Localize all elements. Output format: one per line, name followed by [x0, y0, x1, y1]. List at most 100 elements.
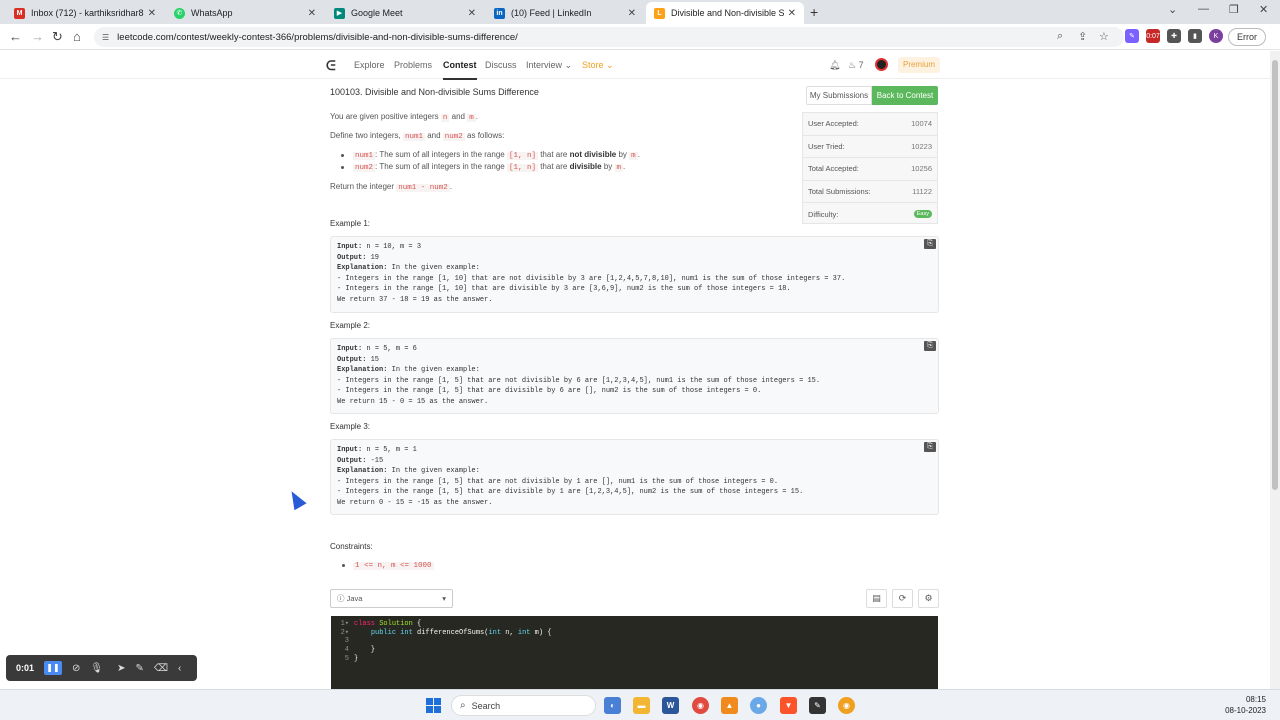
taskbar-search[interactable]: ⌕ Search — [451, 695, 596, 716]
chevron-down-icon[interactable]: ⌄ — [1168, 3, 1177, 16]
pointer-icon[interactable]: ➤ — [117, 663, 125, 674]
copy-icon[interactable]: ⎘ — [924, 442, 936, 452]
new-tab-button[interactable]: + — [810, 4, 818, 20]
copy-icon[interactable]: ⎘ — [924, 239, 936, 249]
leetcode-logo-icon[interactable]: ᕮ — [326, 58, 336, 74]
error-button[interactable]: Error — [1228, 28, 1266, 46]
brave-icon[interactable]: ▼ — [780, 697, 797, 714]
side-panel-icon[interactable]: ▮ — [1188, 29, 1202, 43]
tab-gmail[interactable]: M Inbox (712) - karthiksridhar887! ✕ — [6, 2, 164, 24]
mouse-cursor-icon — [285, 487, 307, 511]
nav-problems[interactable]: Problems — [394, 60, 432, 70]
eraser-icon[interactable]: ⌫ — [154, 663, 168, 674]
camera-off-icon[interactable]: ⊘ — [72, 663, 80, 674]
code-line: 2▾ public int differenceOfSums(int n, in… — [331, 629, 938, 638]
tab-google-meet[interactable]: ▶ Google Meet ✕ — [326, 2, 484, 24]
word-icon[interactable]: W — [662, 697, 679, 714]
notes-button[interactable]: ▤ — [866, 589, 887, 608]
browser-toolbar: ← → ↻ ⌂ ☰ leetcode.com/contest/weekly-co… — [0, 24, 1280, 50]
nav-interview[interactable]: Interview ⌄ — [526, 60, 572, 71]
scrollbar-thumb[interactable] — [1272, 60, 1278, 490]
share-icon[interactable]: ⇪ — [1078, 30, 1087, 43]
b2-bold: divisible — [569, 162, 602, 171]
windows-taskbar: ⌕ Search ◐ ▬ W ◉ ▲ ● ▼ ✎ ◉ 08:15 08-10-2… — [0, 689, 1280, 720]
fold-icon[interactable]: ▾ — [345, 620, 349, 628]
widgets-icon[interactable]: ◐ — [604, 697, 621, 714]
notepad-icon[interactable]: ✎ — [809, 697, 826, 714]
close-window-icon[interactable]: ✕ — [1259, 3, 1268, 16]
close-icon[interactable]: ✕ — [308, 8, 316, 19]
back-to-contest-button[interactable]: Back to Contest — [872, 86, 938, 105]
copy-icon[interactable]: ⎘ — [924, 341, 936, 351]
address-bar[interactable]: ☰ leetcode.com/contest/weekly-contest-36… — [94, 27, 1124, 47]
taskbar-clock[interactable]: 08:15 08-10-2023 — [1222, 694, 1266, 716]
language-select[interactable]: ⓘ Java ▾ — [330, 589, 453, 608]
close-icon[interactable]: ✕ — [628, 8, 636, 19]
minimize-icon[interactable]: — — [1198, 3, 1209, 15]
bookmark-star-icon[interactable]: ☆ — [1099, 30, 1109, 43]
tab-linkedin[interactable]: in (10) Feed | LinkedIn ✕ — [486, 2, 644, 24]
site-info-icon[interactable]: ☰ — [102, 33, 109, 42]
example-value: -15 — [366, 456, 384, 465]
file-explorer-icon[interactable]: ▬ — [633, 697, 650, 714]
code-line: 1▾ class Solution { — [331, 620, 938, 629]
back-icon[interactable]: ← — [9, 29, 22, 44]
stat-total-accepted: Total Accepted: 10256 — [803, 158, 937, 181]
profile-avatar[interactable]: K — [1209, 29, 1223, 43]
by-text: by — [603, 162, 613, 171]
forward-icon[interactable]: → — [31, 29, 44, 44]
app-icon[interactable]: ● — [750, 697, 767, 714]
nav-explore[interactable]: Explore — [354, 60, 385, 70]
dot-text: . — [475, 112, 478, 121]
example-1-box: Input: n = 10, m = 3 Output: 19 Explanat… — [330, 236, 939, 313]
reset-code-button[interactable]: ⟳ — [892, 589, 913, 608]
tab-leetcode[interactable]: L Divisible and Non-divisible Sums ✕ — [646, 2, 804, 24]
recorder-extension-icon[interactable]: 0:07 — [1146, 29, 1160, 43]
premium-button[interactable]: Premium — [898, 57, 940, 73]
intro-text: You are given positive integers — [330, 112, 439, 121]
example-value: n = 10, m = 3 — [362, 243, 422, 251]
screen-recorder-toolbar: 0:01 ❚❚ ⊘ 🎙︎ ➤ ✎ ⌫ ‹ — [6, 655, 197, 681]
zoom-icon[interactable]: ⌕ — [1057, 30, 1063, 43]
line-number: 4 — [344, 646, 349, 655]
editor-settings-button[interactable]: ⚙ — [918, 589, 939, 608]
nav-store[interactable]: Store ⌄ — [582, 60, 614, 71]
chrome-canary-icon[interactable]: ◉ — [838, 697, 855, 714]
close-icon[interactable]: ✕ — [468, 8, 476, 19]
my-submissions-button[interactable]: My Submissions — [806, 86, 872, 105]
home-icon[interactable]: ⌂ — [73, 29, 81, 44]
reload-icon[interactable]: ↻ — [52, 29, 63, 45]
extensions-puzzle-icon[interactable]: ✚ — [1167, 29, 1181, 43]
tab-whatsapp[interactable]: ✆ WhatsApp ✕ — [166, 2, 324, 24]
user-avatar[interactable] — [875, 58, 888, 71]
range-code: [1, n] — [506, 164, 538, 172]
streak-counter[interactable]: ♨ 7 — [848, 60, 864, 71]
windows-start-icon[interactable] — [426, 698, 441, 713]
difficulty-badge: Easy — [913, 210, 932, 219]
close-icon[interactable]: ✕ — [148, 8, 156, 19]
pen-icon[interactable]: ✎ — [135, 663, 143, 674]
microphone-icon[interactable]: 🎙︎ — [90, 663, 103, 674]
vlc-icon[interactable]: ▲ — [721, 697, 738, 714]
problem-title: 100103. Divisible and Non-divisible Sums… — [330, 87, 539, 97]
code-line: 5} — [331, 655, 938, 664]
notification-bell-icon[interactable]: 🔔︎ — [829, 60, 840, 71]
fold-icon[interactable]: ▾ — [345, 629, 349, 637]
var-m: m — [629, 152, 638, 160]
collapse-icon[interactable]: ‹ — [178, 663, 181, 674]
pause-button[interactable]: ❚❚ — [44, 661, 62, 675]
problem-return: Return the integer num1 - num2. — [330, 182, 452, 192]
extension-pen-icon[interactable]: ✎ — [1125, 29, 1139, 43]
dot-text: . — [449, 182, 453, 191]
close-icon[interactable]: ✕ — [788, 8, 796, 19]
code-editor[interactable]: 1▾ class Solution { 2▾ public int differe… — [331, 616, 938, 690]
nav-contest[interactable]: Contest — [443, 60, 477, 80]
document-icon: ▤ — [872, 593, 881, 603]
stat-user-accepted: User Accepted: 10074 — [803, 113, 937, 136]
nav-discuss[interactable]: Discuss — [485, 60, 517, 70]
chrome-icon[interactable]: ◉ — [692, 697, 709, 714]
code-line: 4 } — [331, 646, 938, 655]
line-number: 5 — [344, 654, 349, 663]
tab-title: Inbox (712) - karthiksridhar887! — [31, 8, 144, 18]
restore-icon[interactable]: ❐ — [1229, 3, 1239, 16]
